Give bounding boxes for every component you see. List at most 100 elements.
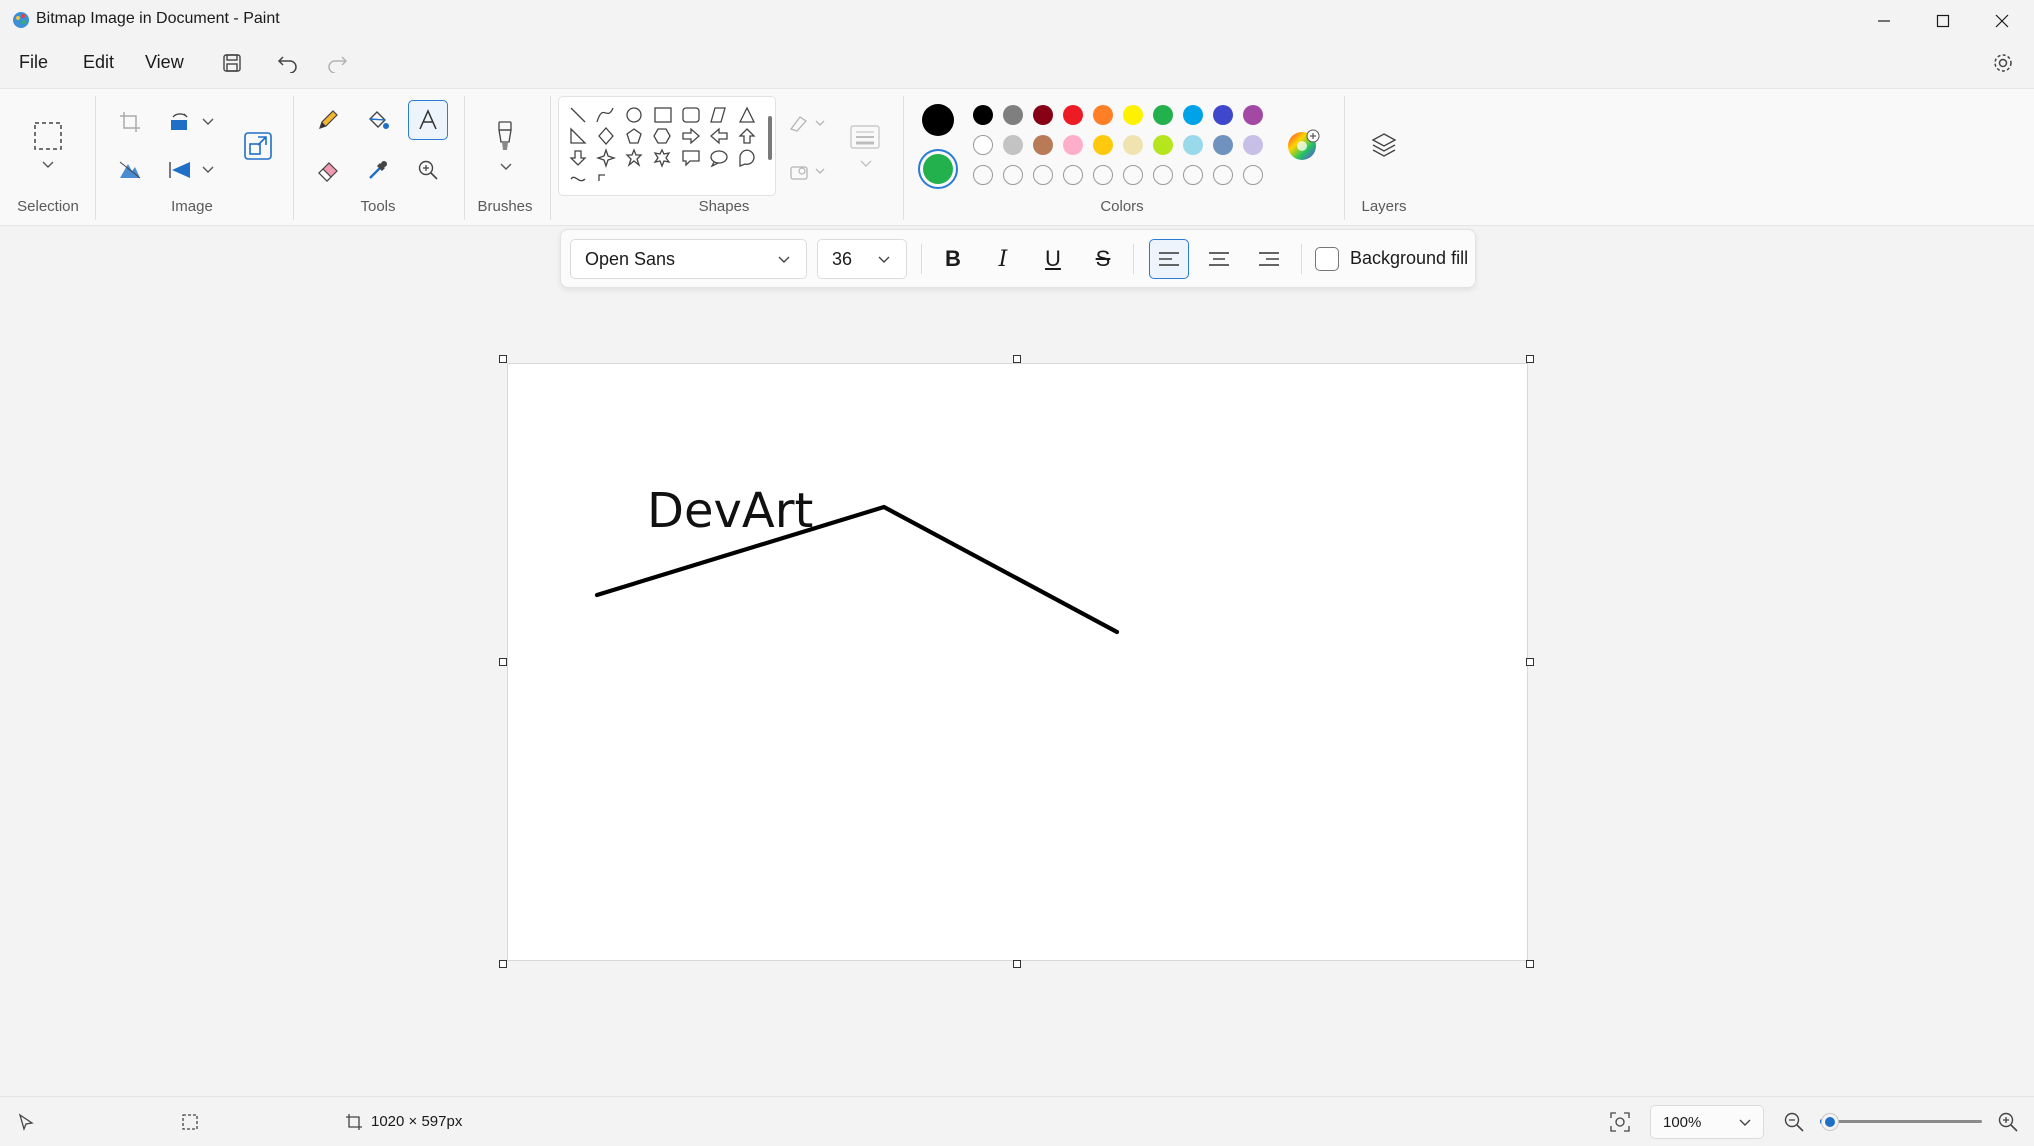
secondary-color[interactable]: [918, 149, 958, 189]
text-button[interactable]: [408, 100, 448, 140]
toolbar-divider: [921, 244, 922, 274]
crop-button[interactable]: [114, 106, 146, 138]
italic-button[interactable]: I: [983, 239, 1023, 279]
zoom-select[interactable]: 100%: [1650, 1105, 1764, 1139]
color-swatch[interactable]: [1213, 105, 1233, 125]
shape-fill-button[interactable]: [788, 158, 828, 184]
color-swatch[interactable]: [1183, 135, 1203, 155]
color-swatch[interactable]: [1183, 165, 1203, 185]
zoom-slider-thumb[interactable]: [1821, 1114, 1838, 1130]
bold-button[interactable]: B: [933, 239, 973, 279]
select-dropdown[interactable]: [38, 158, 58, 172]
color-swatch[interactable]: [1243, 135, 1263, 155]
brushes-button[interactable]: [489, 116, 521, 156]
flip-dropdown[interactable]: [198, 162, 218, 178]
resize-handle-top[interactable]: [1013, 355, 1021, 363]
resize-handle-bottom-right[interactable]: [1526, 960, 1534, 968]
undo-icon: [277, 56, 297, 73]
redo-button[interactable]: [324, 50, 350, 76]
shape-outline-button[interactable]: [788, 110, 828, 136]
shapes-scrollbar[interactable]: [768, 116, 772, 160]
remove-background-button[interactable]: [114, 154, 146, 186]
stroke-size-dropdown[interactable]: [858, 158, 874, 170]
flip-button[interactable]: [164, 154, 196, 186]
chevron-down-icon: [202, 118, 214, 125]
color-swatch[interactable]: [973, 105, 993, 125]
color-swatch[interactable]: [1243, 105, 1263, 125]
color-swatch[interactable]: [1213, 135, 1233, 155]
primary-color[interactable]: [922, 104, 954, 136]
color-swatch[interactable]: [1183, 105, 1203, 125]
zoom-in-button[interactable]: [1994, 1108, 2022, 1136]
rotate-button[interactable]: [164, 106, 196, 138]
color-swatch[interactable]: [1213, 165, 1233, 185]
undo-button[interactable]: [275, 50, 301, 76]
minimize-button[interactable]: [1854, 0, 1914, 42]
color-swatch[interactable]: [1153, 135, 1173, 155]
align-center-button[interactable]: [1199, 239, 1239, 279]
zoom-slider[interactable]: [1820, 1114, 1982, 1130]
color-swatch[interactable]: [1033, 105, 1053, 125]
color-swatch[interactable]: [1033, 135, 1053, 155]
color-swatch[interactable]: [1093, 135, 1113, 155]
color-picker-button[interactable]: [362, 154, 394, 186]
canvas-size-indicator: [342, 1110, 366, 1134]
menu-file[interactable]: File: [19, 52, 48, 73]
underline-button[interactable]: U: [1033, 239, 1073, 279]
color-swatch[interactable]: [1063, 135, 1083, 155]
eraser-button[interactable]: [312, 154, 344, 186]
zoom-out-button[interactable]: [1780, 1108, 1808, 1136]
magnifier-button[interactable]: [412, 154, 444, 186]
select-button[interactable]: [30, 118, 66, 154]
color-swatch[interactable]: [1063, 105, 1083, 125]
font-size-select[interactable]: 36: [817, 239, 907, 279]
color-swatch[interactable]: [973, 135, 993, 155]
color-swatch[interactable]: [1003, 135, 1023, 155]
background-fill-checkbox[interactable]: [1315, 247, 1339, 271]
color-swatch[interactable]: [1063, 165, 1083, 185]
drawing-canvas[interactable]: DevArt: [507, 363, 1528, 961]
layers-button[interactable]: [1367, 128, 1401, 162]
resize-handle-right[interactable]: [1526, 658, 1534, 666]
resize-handle-bottom-left[interactable]: [499, 960, 507, 968]
color-swatch[interactable]: [973, 165, 993, 185]
color-swatch[interactable]: [1123, 105, 1143, 125]
color-swatch[interactable]: [1153, 105, 1173, 125]
menu-view[interactable]: View: [145, 52, 184, 73]
brushes-dropdown[interactable]: [496, 160, 516, 174]
redo-icon: [328, 56, 348, 73]
color-swatch[interactable]: [1153, 165, 1173, 185]
resize-button[interactable]: [240, 128, 276, 164]
color-swatch[interactable]: [1003, 165, 1023, 185]
color-swatch[interactable]: [1093, 165, 1113, 185]
pencil-button[interactable]: [312, 104, 344, 136]
settings-button[interactable]: [1990, 50, 2016, 76]
fit-to-window-icon: [1610, 1112, 1630, 1132]
resize-handle-bottom[interactable]: [1013, 960, 1021, 968]
color-swatch[interactable]: [1243, 165, 1263, 185]
color-swatch[interactable]: [1093, 105, 1113, 125]
color-swatch[interactable]: [1003, 105, 1023, 125]
fit-to-window-button[interactable]: [1606, 1108, 1634, 1136]
stroke-size-button[interactable]: [848, 122, 882, 152]
resize-handle-top-right[interactable]: [1526, 355, 1534, 363]
rotate-dropdown[interactable]: [198, 114, 218, 130]
canvas-size-text: 1020 × 597px: [371, 1113, 463, 1130]
canvas-text[interactable]: DevArt: [647, 483, 813, 539]
align-left-button[interactable]: [1149, 239, 1189, 279]
resize-handle-top-left[interactable]: [499, 355, 507, 363]
text-icon: [419, 109, 437, 130]
fill-button[interactable]: [362, 104, 394, 136]
strikethrough-button[interactable]: S: [1083, 239, 1123, 279]
menu-edit[interactable]: Edit: [83, 52, 114, 73]
edit-colors-button[interactable]: [1286, 128, 1320, 162]
maximize-button[interactable]: [1913, 0, 1973, 42]
close-button[interactable]: [1972, 0, 2032, 42]
color-swatch[interactable]: [1123, 165, 1143, 185]
save-button[interactable]: [219, 50, 245, 76]
font-family-select[interactable]: Open Sans: [570, 239, 807, 279]
color-swatch[interactable]: [1033, 165, 1053, 185]
color-swatch[interactable]: [1123, 135, 1143, 155]
align-right-button[interactable]: [1249, 239, 1289, 279]
resize-handle-left[interactable]: [499, 658, 507, 666]
